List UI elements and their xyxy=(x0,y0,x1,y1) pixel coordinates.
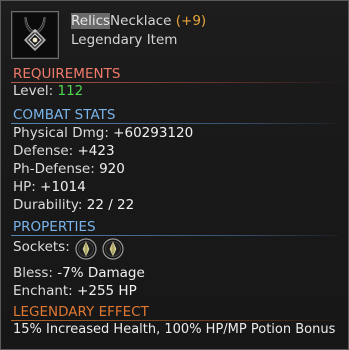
defense-label: Defense: xyxy=(13,143,74,159)
physical-dmg-value: +60293120 xyxy=(113,125,194,141)
durability-label: Durability: xyxy=(13,197,83,213)
legendary-effect-text: 15% Increased Health, 100% HP/MP Potion … xyxy=(13,322,336,337)
item-title: RelicsNecklace (+9) xyxy=(71,13,206,29)
combat-stats-divider xyxy=(11,123,339,124)
enchant-row: Enchant: +255 HP xyxy=(13,283,137,299)
properties-divider xyxy=(11,235,339,236)
combat-stats-header: COMBAT STATS xyxy=(13,107,116,123)
hp-value: +1014 xyxy=(40,179,86,195)
bless-value: -7% Damage xyxy=(57,265,145,281)
durability-value: 22 / 22 xyxy=(86,197,135,213)
level-value: 112 xyxy=(57,83,84,99)
ph-defense-row: Ph-Defense: 920 xyxy=(13,161,125,177)
item-enhancement-level: (+9) xyxy=(175,13,207,29)
socket-gem-icon xyxy=(75,238,97,260)
enchant-value: +255 HP xyxy=(77,283,137,299)
hp-label: HP: xyxy=(13,179,36,195)
item-rarity: Legendary Item xyxy=(71,32,178,48)
durability-row: Durability: 22 / 22 xyxy=(13,197,134,213)
physical-dmg-label: Physical Dmg: xyxy=(13,125,109,141)
item-icon-frame xyxy=(11,11,59,59)
bless-label: Bless: xyxy=(13,265,53,281)
ph-defense-label: Ph-Defense: xyxy=(13,161,95,177)
item-name-rest: Necklace xyxy=(110,13,172,29)
sockets-label: Sockets: xyxy=(13,239,70,255)
defense-value: +423 xyxy=(77,143,115,159)
item-tooltip: RelicsNecklace (+9) Legendary Item REQUI… xyxy=(0,0,349,350)
legendary-effect-divider xyxy=(11,320,339,321)
ph-defense-value: 920 xyxy=(99,161,125,177)
bless-row: Bless: -7% Damage xyxy=(13,265,145,281)
hp-row: HP: +1014 xyxy=(13,179,86,195)
legendary-effect-header: LEGENDARY EFFECT xyxy=(13,304,149,320)
item-name-highlight: Relics xyxy=(71,13,111,29)
socket-gem-icon xyxy=(102,238,124,260)
level-label: Level: xyxy=(13,83,54,99)
enchant-label: Enchant: xyxy=(13,283,73,299)
item-name: RelicsNecklace xyxy=(71,13,171,29)
level-row: Level: 112 xyxy=(13,83,83,99)
properties-header: PROPERTIES xyxy=(13,219,96,235)
defense-row: Defense: +423 xyxy=(13,143,115,159)
necklace-icon xyxy=(24,16,46,51)
physical-dmg-row: Physical Dmg: +60293120 xyxy=(13,125,193,141)
requirements-header: REQUIREMENTS xyxy=(13,66,121,82)
